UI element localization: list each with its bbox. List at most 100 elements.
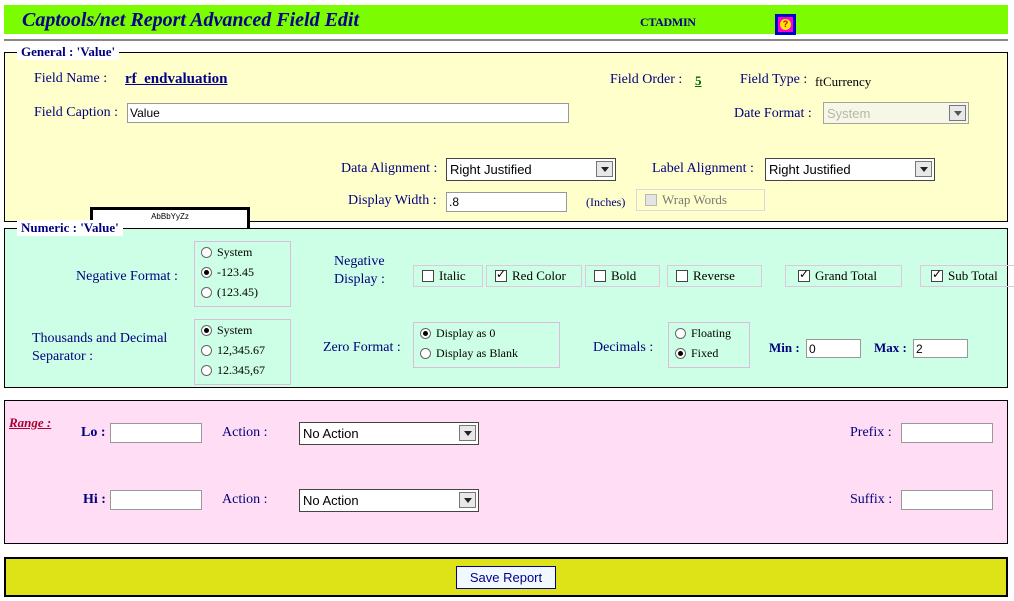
lo-action-select-wrap[interactable]: No Action [299,422,479,445]
suffix-input[interactable] [901,490,993,510]
date-format-label: Date Format : [734,106,812,122]
app-header-bar: Captools/net Report Advanced Field Edit … [4,5,1008,34]
separator-option[interactable]: System [195,320,290,340]
negative-display-bold-row[interactable]: Bold [585,265,660,287]
label-alignment-label: Label Alignment : [652,161,754,177]
radio-icon[interactable] [675,328,686,339]
min-decimals-input[interactable] [806,339,861,358]
italic-checkbox[interactable] [422,270,434,282]
prefix-label: Prefix : [850,425,892,441]
date-format-select-wrap[interactable]: System [823,102,969,124]
radio-icon[interactable] [201,345,212,356]
hi-action-select-wrap[interactable]: No Action [299,489,479,512]
decimals-option[interactable]: Floating [669,323,749,343]
option-label: Sub Total [948,268,998,284]
negative-display-red-color-row[interactable]: Red Color [486,265,582,287]
negative-format-radio-group: System -123.45 (123.45) [194,241,291,307]
suffix-label: Suffix : [850,492,892,508]
data-alignment-select[interactable]: Right Justified [446,158,616,181]
help-icon[interactable]: ? [775,14,796,35]
sub-total-checkbox[interactable] [931,270,943,282]
lo-label: Lo : [81,425,106,441]
display-width-input[interactable] [446,192,567,212]
range-lo-input[interactable] [110,423,202,443]
header-divider [4,39,1008,41]
label-alignment-select-wrap[interactable]: Right Justified [765,158,935,181]
lo-action-label: Action : [222,425,268,441]
negative-display-label-line1: Negative [334,254,385,270]
data-alignment-label: Data Alignment : [341,161,437,177]
bold-checkbox[interactable] [594,270,606,282]
hi-action-select[interactable]: No Action [299,489,479,512]
max-label: Max : [874,340,907,356]
hi-label: Hi : [83,492,106,508]
negative-display-label-line2: Display : [334,272,385,288]
option-label: 12,345.67 [217,343,265,358]
grand-total-checkbox[interactable] [798,270,810,282]
reverse-checkbox[interactable] [676,270,688,282]
separator-option[interactable]: 12,345.67 [195,340,290,360]
red-color-checkbox[interactable] [495,270,507,282]
inches-label: (Inches) [586,195,625,210]
page-title: Captools/net Report Advanced Field Edit [22,9,359,32]
range-hi-input[interactable] [110,490,202,510]
numeric-section-legend: Numeric : 'Value' [17,220,123,236]
range-section: Range : Lo : Action : No Action Prefix :… [4,400,1008,544]
option-label: Fixed [691,346,718,361]
radio-icon[interactable] [420,348,431,359]
range-section-legend: Range : [9,415,51,431]
field-name-label: Field Name : [34,71,107,87]
negative-format-option[interactable]: -123.45 [195,262,290,282]
help-icon-inner: ? [778,17,793,32]
field-name-value: rf_endvaluation [125,71,228,88]
zero-format-radio-group: Display as 0 Display as Blank [413,322,560,368]
wrap-words-checkbox-row[interactable]: Wrap Words [636,189,765,211]
option-label: 12.345,67 [217,363,265,378]
separator-option[interactable]: 12.345,67 [195,360,290,380]
negative-format-option[interactable]: (123.45) [195,282,290,302]
option-label: Reverse [693,268,735,284]
date-format-select[interactable]: System [823,102,969,124]
radio-icon[interactable] [201,365,212,376]
sub-total-row[interactable]: Sub Total [920,265,1014,287]
option-label: Grand Total [815,268,877,284]
grand-total-row[interactable]: Grand Total [785,265,902,287]
save-report-button[interactable]: Save Report [456,566,556,589]
wrap-words-checkbox[interactable] [645,194,657,206]
radio-icon[interactable] [201,287,212,298]
field-caption-input[interactable] [127,103,569,123]
help-icon-question-mark: ? [780,19,791,30]
decimals-label: Decimals : [593,340,653,356]
hi-action-label: Action : [222,492,268,508]
negative-display-italic-row[interactable]: Italic [413,265,483,287]
radio-icon[interactable] [201,325,212,336]
radio-icon[interactable] [420,328,431,339]
option-label: -123.45 [217,265,254,280]
option-label: Display as Blank [436,346,518,361]
display-width-label: Display Width : [348,193,437,209]
label-alignment-select[interactable]: Right Justified [765,158,935,181]
general-section: General : 'Value' Field Name : rf_endval… [4,52,1008,222]
zero-format-option[interactable]: Display as Blank [414,343,559,363]
field-type-label: Field Type : [740,72,807,88]
field-caption-label: Field Caption : [34,105,118,121]
option-label: Bold [611,268,636,284]
data-alignment-select-wrap[interactable]: Right Justified [446,158,616,181]
radio-icon[interactable] [201,267,212,278]
negative-display-reverse-row[interactable]: Reverse [667,265,762,287]
zero-format-option[interactable]: Display as 0 [414,323,559,343]
negative-format-option[interactable]: System [195,242,290,262]
separator-label-line2: Separator : [32,349,93,365]
decimals-option[interactable]: Fixed [669,343,749,363]
zero-format-label: Zero Format : [323,340,401,356]
field-order-value[interactable]: 5 [695,73,702,89]
wrap-words-label: Wrap Words [662,192,727,208]
prefix-input[interactable] [901,423,993,443]
lo-action-select[interactable]: No Action [299,422,479,445]
general-section-legend: General : 'Value' [17,44,119,60]
radio-icon[interactable] [675,348,686,359]
option-label: System [217,323,252,338]
max-decimals-input[interactable] [913,339,968,358]
radio-icon[interactable] [201,247,212,258]
field-type-value: ftCurrency [815,74,871,90]
